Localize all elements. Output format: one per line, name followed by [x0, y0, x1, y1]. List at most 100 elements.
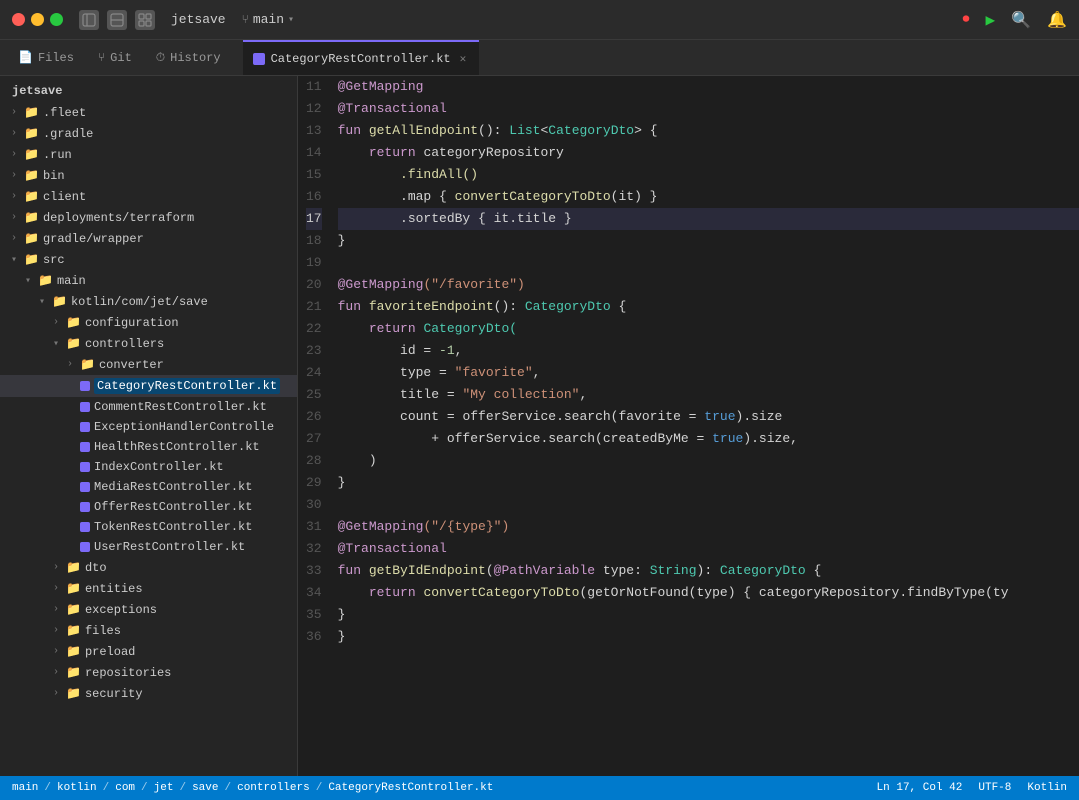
- tree-item[interactable]: ▾📁src: [0, 249, 297, 270]
- close-traffic-light[interactable]: [12, 13, 25, 26]
- layout-icon[interactable]: [107, 10, 127, 30]
- folder-arrow-icon: ▾: [36, 296, 48, 308]
- code-editor[interactable]: 1112131415161718192021222324252627282930…: [298, 76, 1079, 776]
- tree-item[interactable]: ›📁.gradle: [0, 123, 297, 144]
- file-label: OfferRestController.kt: [94, 500, 252, 514]
- bell-icon[interactable]: 🔔: [1047, 10, 1067, 30]
- file-label: MediaRestController.kt: [94, 480, 252, 494]
- branch-icon: ⑂: [242, 13, 249, 27]
- git-nav-button[interactable]: ⑂ Git: [88, 47, 142, 69]
- tree-item[interactable]: ▾📁controllers: [0, 333, 297, 354]
- folder-label: dto: [85, 561, 107, 575]
- folder-label: gradle/wrapper: [43, 232, 144, 246]
- tree-item[interactable]: MediaRestController.kt: [0, 477, 297, 497]
- code-line: ): [338, 450, 1079, 472]
- line-number: 21: [306, 296, 322, 318]
- history-nav-button[interactable]: ⏱ History: [146, 47, 231, 69]
- minimize-traffic-light[interactable]: [31, 13, 44, 26]
- tree-item[interactable]: CategoryRestController.kt: [0, 375, 297, 397]
- tree-item[interactable]: HealthRestController.kt: [0, 437, 297, 457]
- tree-item[interactable]: CommentRestController.kt: [0, 397, 297, 417]
- folder-arrow-icon: ›: [50, 583, 62, 594]
- tree-item[interactable]: ›📁.fleet: [0, 102, 297, 123]
- file-label: HealthRestController.kt: [94, 440, 260, 454]
- tree-item[interactable]: ›📁repositories: [0, 662, 297, 683]
- breadcrumb-segment: controllers: [237, 782, 310, 794]
- line-numbers: 1112131415161718192021222324252627282930…: [298, 76, 334, 776]
- tree-item[interactable]: TokenRestController.kt: [0, 517, 297, 537]
- tree-item[interactable]: ›📁gradle/wrapper: [0, 228, 297, 249]
- folder-arrow-icon: ›: [8, 170, 20, 181]
- code-line: return categoryRepository: [338, 142, 1079, 164]
- files-nav-button[interactable]: 📄 Files: [8, 46, 84, 69]
- tree-item[interactable]: IndexController.kt: [0, 457, 297, 477]
- tab-close-button[interactable]: ✕: [457, 51, 470, 67]
- tree-item[interactable]: ›📁deployments/terraform: [0, 207, 297, 228]
- record-icon[interactable]: ⏺: [963, 12, 970, 28]
- tree-item[interactable]: ›📁files: [0, 620, 297, 641]
- line-number: 28: [306, 450, 322, 472]
- file-tab-category-controller[interactable]: CategoryRestController.kt ✕: [243, 40, 480, 75]
- file-tree[interactable]: jetsave ›📁.fleet›📁.gradle›📁.run›📁bin›📁cl…: [0, 76, 297, 776]
- branch-name: main: [253, 12, 284, 27]
- tree-item[interactable]: ›📁bin: [0, 165, 297, 186]
- grid-icon[interactable]: [135, 10, 155, 30]
- code-line: + offerService.search(createdByMe = true…: [338, 428, 1079, 450]
- search-icon[interactable]: 🔍: [1011, 10, 1031, 30]
- folder-icon: 📁: [80, 357, 95, 372]
- breadcrumb-segment: kotlin: [57, 782, 97, 794]
- breadcrumb-segment: jet: [154, 782, 174, 794]
- folder-icon: 📁: [38, 273, 53, 288]
- breadcrumb-segment: save: [192, 782, 218, 794]
- run-icon[interactable]: ▶: [986, 10, 996, 30]
- files-icon: 📄: [18, 50, 33, 65]
- line-number: 36: [306, 626, 322, 648]
- git-icon: ⑂: [98, 51, 105, 65]
- tree-item[interactable]: ›📁configuration: [0, 312, 297, 333]
- folder-icon: 📁: [24, 105, 39, 120]
- kotlin-file-icon: [80, 462, 90, 472]
- tree-item[interactable]: ▾📁main: [0, 270, 297, 291]
- tree-item[interactable]: ›📁client: [0, 186, 297, 207]
- folder-arrow-icon: ›: [64, 359, 76, 370]
- line-number: 11: [306, 76, 322, 98]
- tree-item[interactable]: ›📁dto: [0, 557, 297, 578]
- code-area[interactable]: 1112131415161718192021222324252627282930…: [298, 76, 1079, 776]
- folder-arrow-icon: ›: [50, 688, 62, 699]
- code-content[interactable]: @GetMapping@Transactionalfun getAllEndpo…: [334, 76, 1079, 776]
- folder-label: exceptions: [85, 603, 157, 617]
- code-line: .sortedBy { it.title }: [338, 208, 1079, 230]
- tree-item[interactable]: ›📁exceptions: [0, 599, 297, 620]
- line-number: 20: [306, 274, 322, 296]
- tree-item[interactable]: UserRestController.kt: [0, 537, 297, 557]
- folder-label: converter: [99, 358, 164, 372]
- git-label: Git: [110, 51, 132, 65]
- tree-item[interactable]: ›📁security: [0, 683, 297, 704]
- tree-item[interactable]: › 📁 converter: [0, 354, 297, 375]
- file-label: CategoryRestController.kt: [94, 378, 280, 394]
- sidebar-toggle-icon[interactable]: [79, 10, 99, 30]
- tree-item[interactable]: ›📁preload: [0, 641, 297, 662]
- folder-label: kotlin/com/jet/save: [71, 295, 208, 309]
- breadcrumb-segment: CategoryRestController.kt: [328, 782, 493, 794]
- tree-item[interactable]: OfferRestController.kt: [0, 497, 297, 517]
- branch-selector[interactable]: ⑂ main ▾: [242, 12, 294, 27]
- tree-item[interactable]: ExceptionHandlerControlle: [0, 417, 297, 437]
- folder-label: bin: [43, 169, 65, 183]
- folder-label: entities: [85, 582, 143, 596]
- line-number: 34: [306, 582, 322, 604]
- code-line: @GetMapping("/{type}"): [338, 516, 1079, 538]
- tree-item[interactable]: ▾📁kotlin/com/jet/save: [0, 291, 297, 312]
- line-number: 25: [306, 384, 322, 406]
- folder-icon: 📁: [66, 623, 81, 638]
- folder-label: .gradle: [43, 127, 93, 141]
- code-line: type = "favorite",: [338, 362, 1079, 384]
- tree-item[interactable]: ›📁.run: [0, 144, 297, 165]
- maximize-traffic-light[interactable]: [50, 13, 63, 26]
- history-icon: ⏱: [156, 51, 165, 65]
- tree-item[interactable]: ›📁entities: [0, 578, 297, 599]
- code-line: @GetMapping: [338, 76, 1079, 98]
- line-number: 16: [306, 186, 322, 208]
- code-line: return convertCategoryToDto(getOrNotFoun…: [338, 582, 1079, 604]
- file-label: TokenRestController.kt: [94, 520, 252, 534]
